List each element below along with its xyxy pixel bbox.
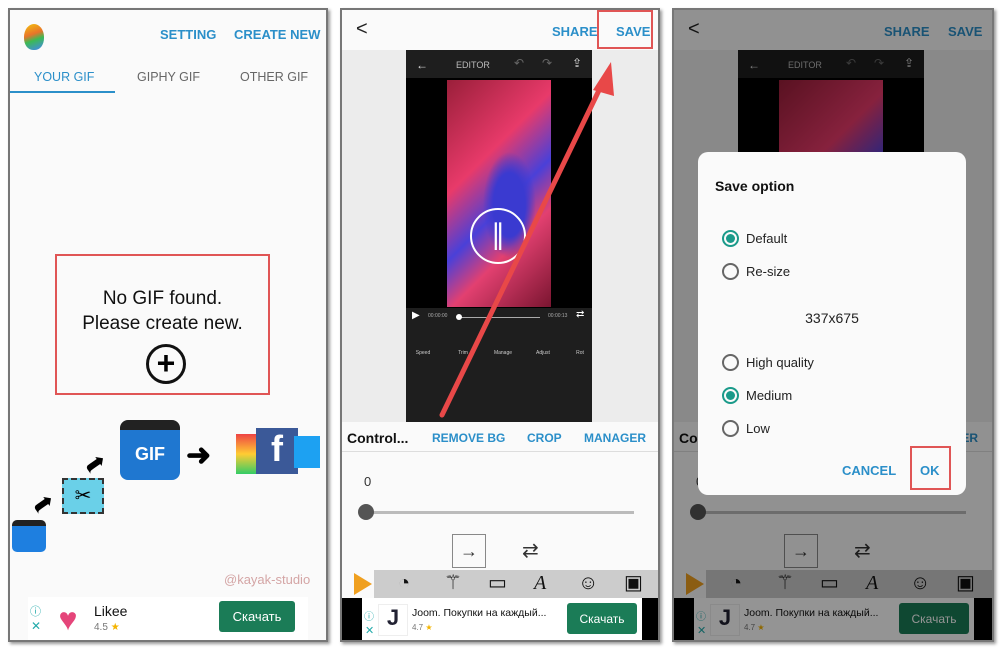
radio-default[interactable] <box>722 230 739 247</box>
dialog-title: Save option <box>715 178 795 194</box>
radio-resize[interactable] <box>722 263 739 280</box>
radio-high-quality[interactable] <box>722 354 739 371</box>
cancel-button[interactable]: CANCEL <box>842 463 896 478</box>
radio-low[interactable] <box>722 420 739 437</box>
dimensions-text: 337x675 <box>805 310 859 326</box>
radio-low-label: Low <box>746 421 770 436</box>
save-option-dialog: Save option Default Re-size 337x675 High… <box>698 152 966 495</box>
radio-medium-label: Medium <box>746 388 793 403</box>
ok-highlight <box>910 446 951 490</box>
radio-high-quality-label: High quality <box>746 355 814 370</box>
radio-resize-label: Re-size <box>746 264 791 279</box>
radio-medium[interactable] <box>722 387 739 404</box>
radio-default-label: Default <box>746 231 788 246</box>
